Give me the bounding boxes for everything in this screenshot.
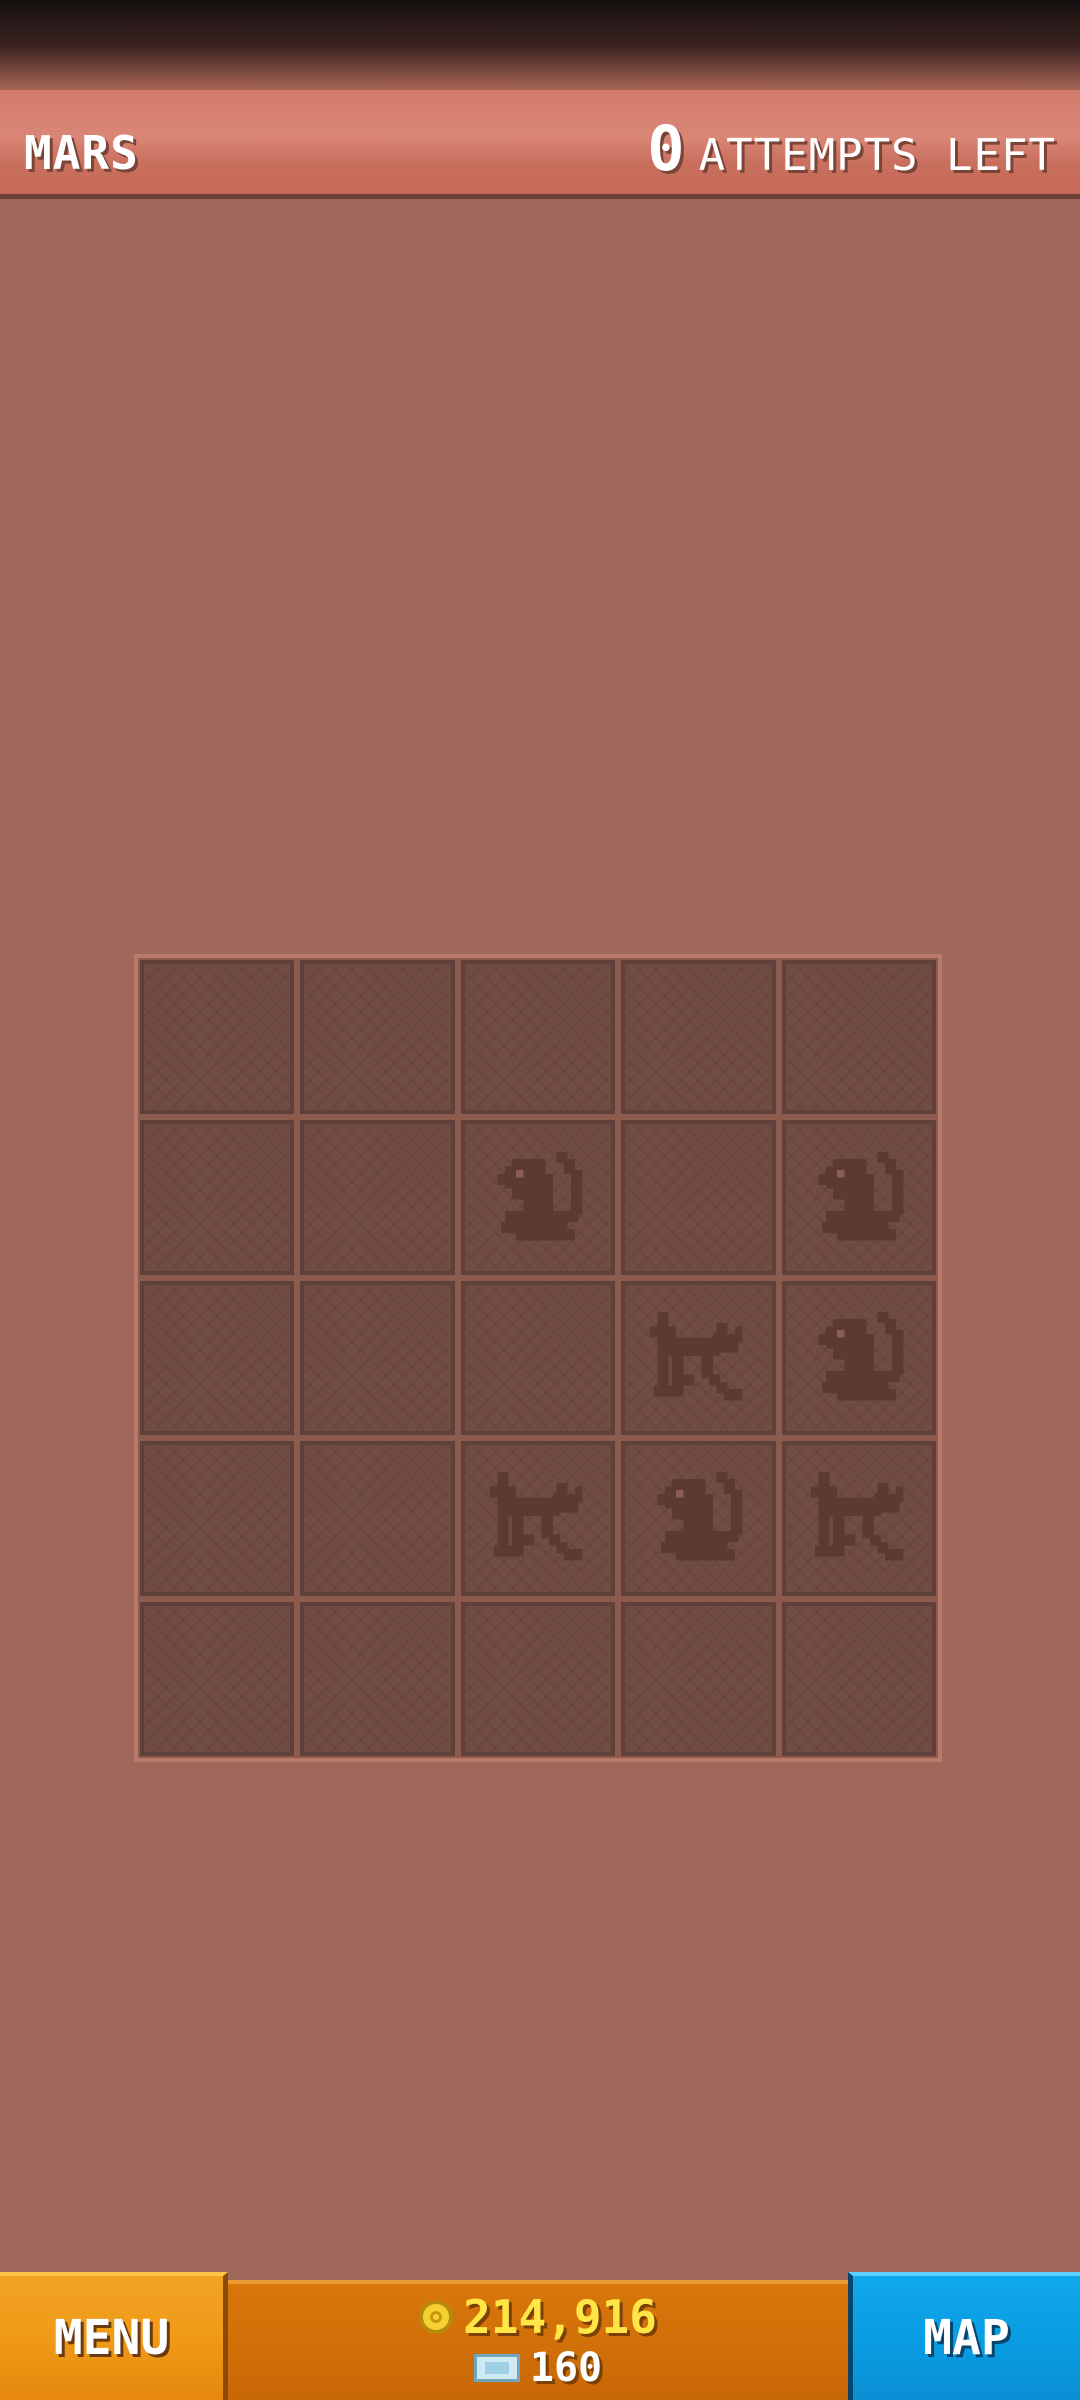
attempts-indicator: 0 ATTEMPTS LEFT bbox=[647, 112, 1056, 185]
board-cell-4-3[interactable] bbox=[621, 1601, 776, 1756]
monkey-icon bbox=[800, 1137, 918, 1259]
location-title: MARS bbox=[24, 126, 139, 180]
dog-icon bbox=[639, 1297, 757, 1419]
board-cell-4-1[interactable] bbox=[300, 1601, 455, 1756]
board-cell-2-4[interactable] bbox=[781, 1280, 936, 1436]
board-cell-1-3[interactable] bbox=[621, 1120, 776, 1275]
gems-value: 160 bbox=[529, 2345, 603, 2391]
board-cell-0-4[interactable] bbox=[781, 960, 936, 1115]
board-cell-0-0[interactable] bbox=[140, 960, 295, 1115]
monkey-icon bbox=[800, 1297, 918, 1419]
puzzle-board bbox=[134, 954, 942, 1762]
menu-button-label: MENU bbox=[53, 2310, 170, 2366]
coins-row: 214,916 bbox=[228, 2294, 848, 2340]
board-cell-3-0[interactable] bbox=[140, 1441, 295, 1596]
board-cell-0-1[interactable] bbox=[300, 960, 455, 1115]
attempts-count: 0 bbox=[647, 112, 685, 185]
board-cell-2-1[interactable] bbox=[300, 1280, 455, 1436]
board-cell-4-0[interactable] bbox=[140, 1601, 295, 1756]
board-cell-1-2[interactable] bbox=[460, 1120, 616, 1275]
dog-icon bbox=[800, 1457, 918, 1579]
monkey-icon bbox=[639, 1457, 757, 1579]
board-cell-0-3[interactable] bbox=[621, 960, 776, 1115]
gem-icon bbox=[473, 2354, 520, 2382]
board-cell-4-4[interactable] bbox=[781, 1601, 936, 1756]
monkey-icon bbox=[479, 1137, 597, 1259]
game-screen: MARS 0 ATTEMPTS LEFT MENU 214,916 160 MA… bbox=[0, 0, 1080, 2400]
dog-icon bbox=[479, 1457, 597, 1579]
board-cell-3-2[interactable] bbox=[460, 1441, 616, 1596]
currency-panel: 214,916 160 bbox=[228, 2280, 848, 2400]
board-cell-3-1[interactable] bbox=[300, 1441, 455, 1596]
coin-icon bbox=[419, 2300, 454, 2334]
status-bar-shade bbox=[0, 0, 1080, 90]
board-cell-1-4[interactable] bbox=[781, 1120, 936, 1275]
map-button[interactable]: MAP bbox=[848, 2272, 1080, 2400]
board-cell-4-2[interactable] bbox=[460, 1601, 616, 1756]
board-cell-1-0[interactable] bbox=[140, 1120, 295, 1275]
board-cell-2-3[interactable] bbox=[621, 1280, 776, 1436]
coins-value: 214,916 bbox=[463, 2290, 657, 2344]
gems-row: 160 bbox=[228, 2348, 848, 2388]
board-cell-1-1[interactable] bbox=[300, 1120, 455, 1275]
map-button-label: MAP bbox=[923, 2310, 1010, 2366]
board-cell-3-3[interactable] bbox=[621, 1441, 776, 1596]
board-cell-2-0[interactable] bbox=[140, 1280, 295, 1436]
menu-button[interactable]: MENU bbox=[0, 2272, 228, 2400]
attempts-label: ATTEMPTS LEFT bbox=[698, 130, 1056, 181]
board-cell-2-2[interactable] bbox=[460, 1280, 616, 1436]
board-cell-3-4[interactable] bbox=[781, 1441, 936, 1596]
board-cell-0-2[interactable] bbox=[460, 960, 616, 1115]
